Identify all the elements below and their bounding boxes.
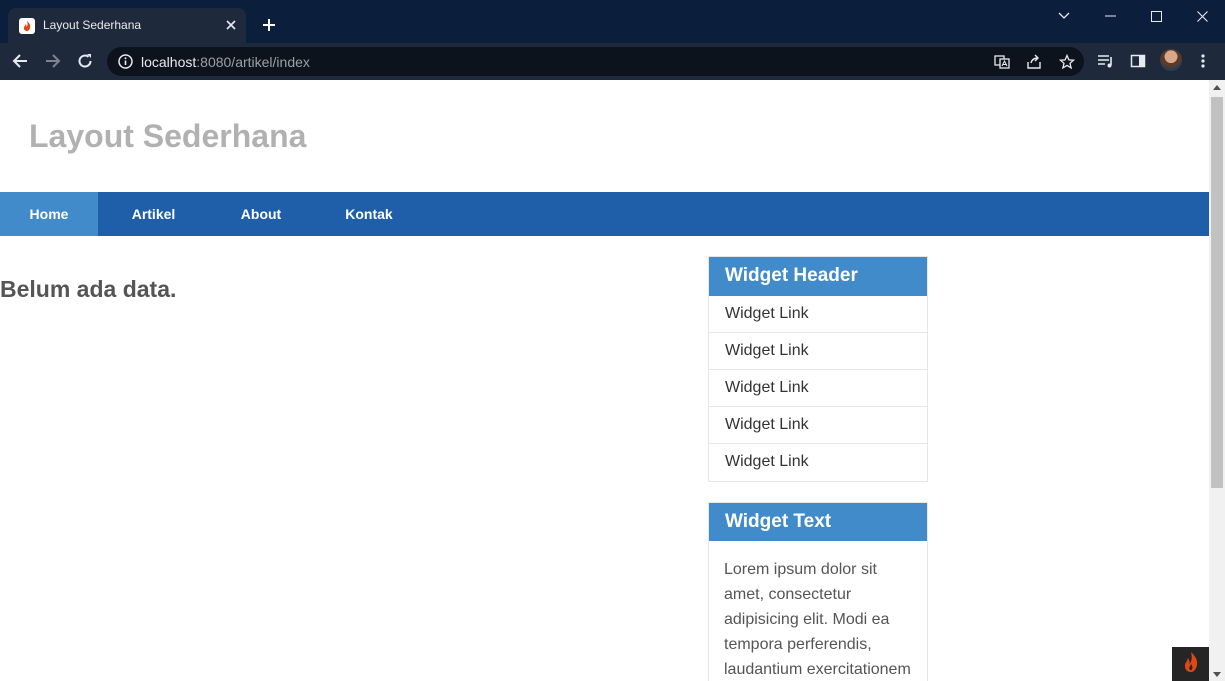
nav-item-artikel[interactable]: Artikel <box>98 192 209 236</box>
widget-link[interactable]: Widget Link <box>709 333 927 370</box>
address-bar[interactable]: localhost:8080/artikel/index <box>107 47 1084 76</box>
debug-toolbar-button[interactable] <box>1172 647 1209 681</box>
empty-data-message: Belum ada data. <box>0 276 177 302</box>
widget-link[interactable]: Widget Link <box>709 407 927 444</box>
codeigniter-favicon-icon <box>19 18 35 34</box>
side-panel-icon[interactable] <box>1126 49 1150 73</box>
url-text[interactable]: localhost:8080/artikel/index <box>141 54 310 70</box>
more-menu-icon[interactable] <box>1191 49 1215 73</box>
codeigniter-flame-icon <box>1182 651 1200 678</box>
tab-search-icon[interactable] <box>1041 0 1087 32</box>
back-icon[interactable] <box>8 49 32 73</box>
reload-icon[interactable] <box>73 49 97 73</box>
widget-text-body: Lorem ipsum dolor sit amet, consectetur … <box>724 561 911 678</box>
bookmark-star-icon[interactable] <box>1056 51 1078 73</box>
site-title: Layout Sederhana <box>29 118 307 154</box>
page-viewport: Layout Sederhana Home Artikel About Kont… <box>0 80 1209 681</box>
browser-tab[interactable]: Layout Sederhana <box>8 8 246 43</box>
site-info-icon[interactable] <box>117 53 134 70</box>
widget-links: Widget Header Widget Link Widget Link Wi… <box>708 256 928 482</box>
browser-toolbar: localhost:8080/artikel/index <box>0 43 1225 80</box>
new-tab-icon[interactable] <box>258 14 280 36</box>
minimize-icon[interactable] <box>1087 0 1133 32</box>
site-header: Layout Sederhana <box>0 80 1209 192</box>
scroll-thumb[interactable] <box>1211 97 1223 488</box>
media-playlist-icon[interactable] <box>1094 49 1118 73</box>
share-icon[interactable] <box>1023 51 1045 73</box>
scroll-up-arrow-icon[interactable] <box>1213 85 1221 90</box>
widget-text: Widget Text Lorem ipsum dolor sit amet, … <box>708 502 928 681</box>
main-nav: Home Artikel About Kontak <box>0 192 1209 236</box>
page-scrollbar[interactable] <box>1209 80 1225 681</box>
widget-header-title: Widget Header <box>709 257 927 296</box>
browser-titlebar: Layout Sederhana <box>0 0 1225 43</box>
widget-link[interactable]: Widget Link <box>709 444 927 481</box>
nav-item-kontak[interactable]: Kontak <box>313 192 425 236</box>
close-window-icon[interactable] <box>1179 0 1225 32</box>
widget-text-title: Widget Text <box>709 503 927 541</box>
close-tab-icon[interactable] <box>222 16 240 34</box>
tab-title: Layout Sederhana <box>43 18 142 32</box>
nav-item-home[interactable]: Home <box>0 192 98 236</box>
maximize-icon[interactable] <box>1133 0 1179 32</box>
scroll-down-arrow-icon[interactable] <box>1213 672 1221 677</box>
widget-link[interactable]: Widget Link <box>709 296 927 333</box>
forward-icon[interactable] <box>41 49 65 73</box>
nav-item-about[interactable]: About <box>209 192 313 236</box>
profile-avatar[interactable] <box>1160 49 1182 71</box>
widget-link[interactable]: Widget Link <box>709 370 927 407</box>
translate-icon[interactable] <box>991 51 1013 73</box>
